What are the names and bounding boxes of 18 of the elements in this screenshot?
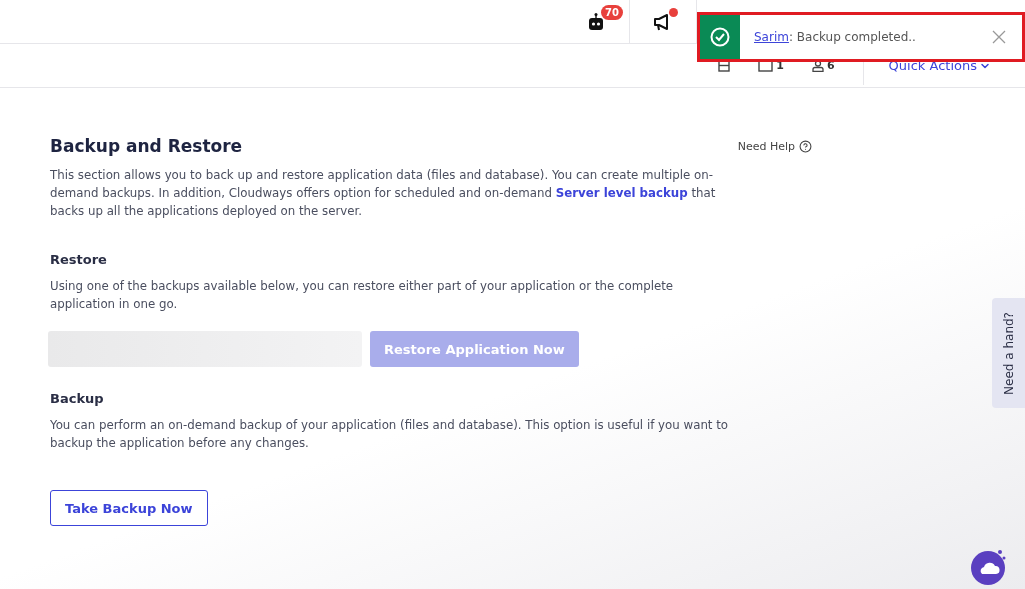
backup-description: You can perform an on-demand backup of your application (files and database). This option is useful if you want to backup the application before any changes. — [50, 417, 730, 452]
backup-heading: Backup — [50, 391, 105, 406]
notification-count-badge: 70 — [601, 5, 623, 20]
robot-icon[interactable] — [586, 11, 606, 32]
server-backup-link[interactable]: Server level backup — [555, 186, 688, 200]
help-side-tab[interactable]: Need a hand? — [992, 298, 1025, 408]
restore-heading: Restore — [50, 252, 108, 267]
cloud-logo-icon[interactable] — [970, 548, 1008, 586]
toast-message: Sarim: Backup completed.. — [754, 30, 917, 44]
section-description: This section allows you to back up and restore application data (files and database). You can create multiple on-demand backups. In addition, Cloudways offers option for scheduled and on-demand Server level backup that backs up all the applications deployed on the server. — [50, 167, 717, 220]
close-icon[interactable] — [992, 30, 1006, 44]
need-help-link[interactable]: Need Help — [737, 139, 812, 153]
restore-description: Using one of the backups available below, you can restore either part of your application or the complete application in one go. — [50, 278, 675, 313]
section-title: Backup and Restore — [50, 136, 243, 156]
take-backup-button[interactable]: Take Backup Now — [50, 490, 208, 526]
user-link[interactable]: Sarim — [754, 30, 789, 44]
help-icon — [799, 139, 812, 153]
check-circle-icon — [710, 27, 730, 47]
